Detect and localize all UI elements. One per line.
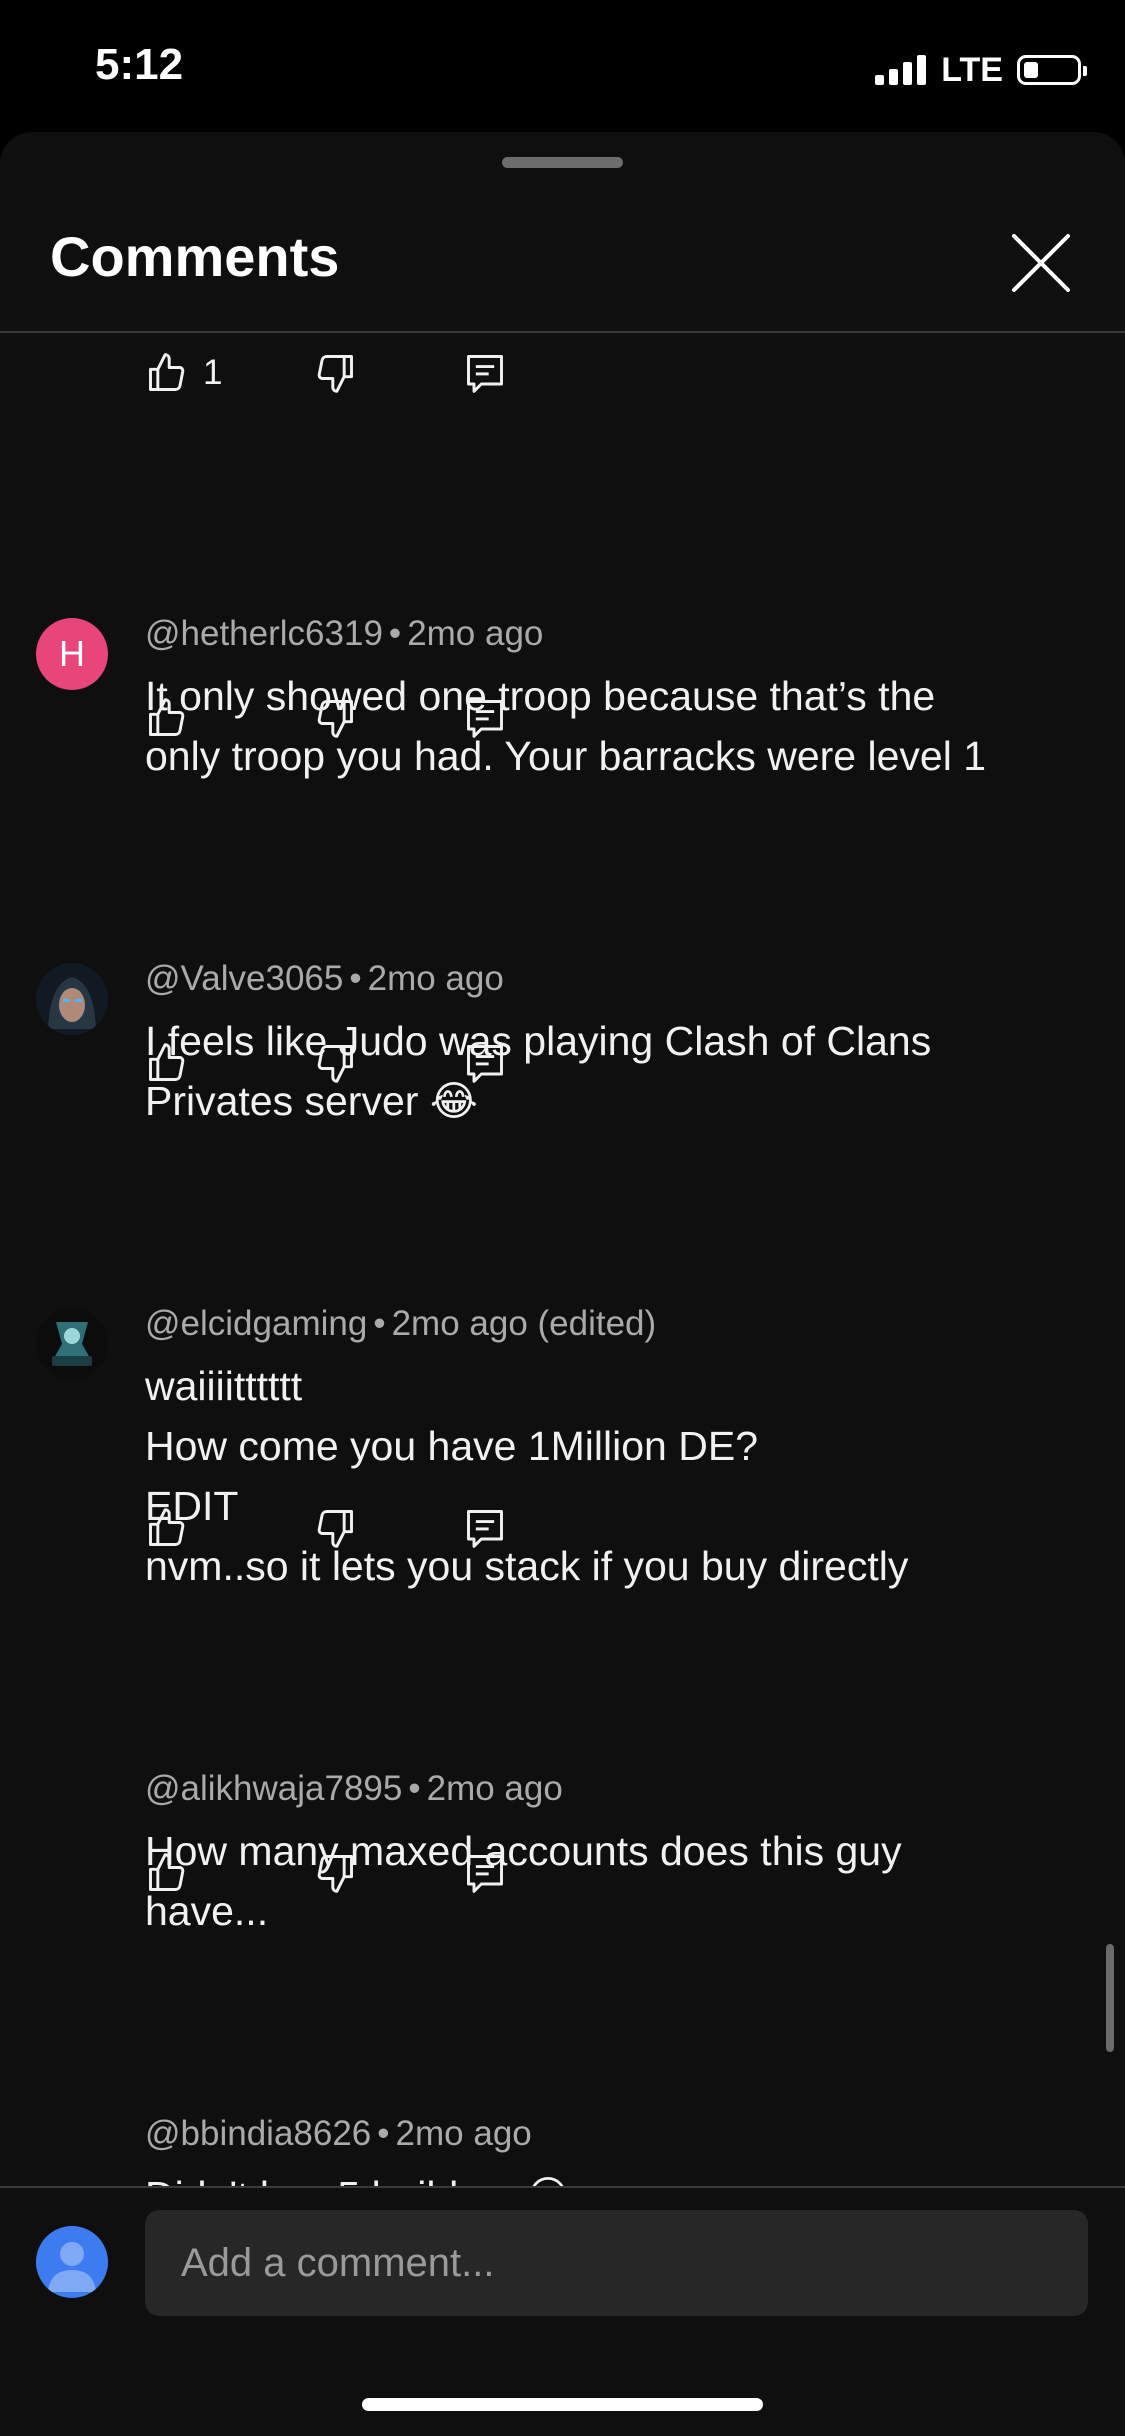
like-button[interactable] xyxy=(145,1035,189,1091)
comment-author[interactable]: @alikhwaja7895 xyxy=(145,1769,402,1808)
like-button[interactable] xyxy=(145,690,189,746)
thumbs-up-icon xyxy=(149,1508,185,1546)
like-button[interactable] xyxy=(145,1500,189,1556)
comment-meta: @hetherlc6319 • 2mo ago xyxy=(145,614,544,653)
reply-icon xyxy=(467,355,503,393)
status-bar: 5:12 LTE xyxy=(0,0,1125,132)
comment-meta: @Valve3065 • 2mo ago xyxy=(145,959,504,998)
thumbs-down-icon xyxy=(317,1510,353,1548)
reply-button[interactable] xyxy=(463,1845,507,1901)
reply-button[interactable] xyxy=(463,345,507,401)
comment-meta: @elcidgaming • 2mo ago (edited) xyxy=(145,1304,657,1343)
reply-button[interactable] xyxy=(463,1500,507,1556)
dislike-button[interactable] xyxy=(313,345,357,401)
dislike-button[interactable] xyxy=(313,1845,357,1901)
dislike-button[interactable] xyxy=(313,690,357,746)
thumbs-down-icon xyxy=(317,355,353,393)
thumbs-up-icon xyxy=(149,353,185,391)
comment-time: 2mo ago xyxy=(395,2114,532,2153)
comment-line: How come you have 1Million DE? xyxy=(145,1423,758,1469)
comment-time: 2mo ago xyxy=(367,959,504,998)
comments-sheet: Comments 1 H @hetherlc6319 • 2mo ago It … xyxy=(0,132,1125,2436)
comment-time: 2mo ago (edited) xyxy=(391,1304,657,1343)
comment-actions xyxy=(145,1845,545,1901)
comment-text: waiiiitttttt How come you have 1Million … xyxy=(145,1356,1075,1596)
signal-icon xyxy=(875,55,931,85)
reply-icon xyxy=(467,1045,503,1083)
comment-meta: @bbindia8626 • 2mo ago xyxy=(145,2114,532,2153)
thumbs-up-icon xyxy=(149,698,185,736)
user-avatar[interactable] xyxy=(36,2226,108,2298)
reply-button[interactable] xyxy=(463,1035,507,1091)
reply-icon xyxy=(467,700,503,738)
avatar[interactable] xyxy=(36,963,108,1035)
comment-time: 2mo ago xyxy=(407,614,544,653)
status-time: 5:12 xyxy=(95,40,184,89)
comment-author[interactable]: @bbindia8626 xyxy=(145,2114,371,2153)
like-button[interactable] xyxy=(145,1845,189,1901)
avatar[interactable]: H xyxy=(36,618,108,690)
comment-actions: 1 xyxy=(145,345,545,401)
home-indicator xyxy=(362,2398,763,2411)
comment-line: waiiiitttttt xyxy=(145,1363,303,1409)
person-icon xyxy=(48,2242,96,2292)
header-divider xyxy=(0,331,1125,333)
comment-actions xyxy=(145,1035,545,1091)
comment-author[interactable]: @elcidgaming xyxy=(145,1304,367,1343)
reply-icon xyxy=(467,1855,503,1893)
battery-icon xyxy=(1017,55,1087,85)
thumbs-down-icon xyxy=(317,1045,353,1083)
comment-time: 2mo ago xyxy=(426,1769,563,1808)
comment-composer xyxy=(0,2188,1125,2436)
comment-author[interactable]: @hetherlc6319 xyxy=(145,614,383,653)
reply-icon xyxy=(467,1510,503,1548)
thumbs-down-icon xyxy=(317,700,353,738)
hooded-figure-avatar-icon xyxy=(36,963,108,1035)
thumbs-up-icon xyxy=(149,1853,185,1891)
dislike-button[interactable] xyxy=(313,1035,357,1091)
drag-handle[interactable] xyxy=(502,157,623,168)
comment-author[interactable]: @Valve3065 xyxy=(145,959,343,998)
thumbs-up-icon xyxy=(149,1043,185,1081)
close-icon xyxy=(1012,234,1070,292)
comments-list[interactable]: 1 H @hetherlc6319 • 2mo ago It only showed… xyxy=(0,334,1125,2318)
reply-button[interactable] xyxy=(463,690,507,746)
thumbs-down-icon xyxy=(317,1855,353,1893)
status-indicators: LTE xyxy=(875,48,1087,92)
comment-input[interactable] xyxy=(145,2210,1088,2316)
sheet-title: Comments xyxy=(50,225,340,288)
comment-meta: @alikhwaja7895 • 2mo ago xyxy=(145,1769,563,1808)
scrollbar[interactable] xyxy=(1106,1944,1114,2052)
like-button[interactable]: 1 xyxy=(145,345,222,401)
avatar[interactable] xyxy=(36,1308,108,1380)
gaming-logo-avatar-icon xyxy=(36,1308,108,1380)
dislike-button[interactable] xyxy=(313,1500,357,1556)
network-label: LTE xyxy=(941,50,1003,89)
close-button[interactable] xyxy=(1006,228,1076,298)
comment-actions xyxy=(145,1500,545,1556)
like-count: 1 xyxy=(203,353,223,392)
comment-actions xyxy=(145,690,545,746)
